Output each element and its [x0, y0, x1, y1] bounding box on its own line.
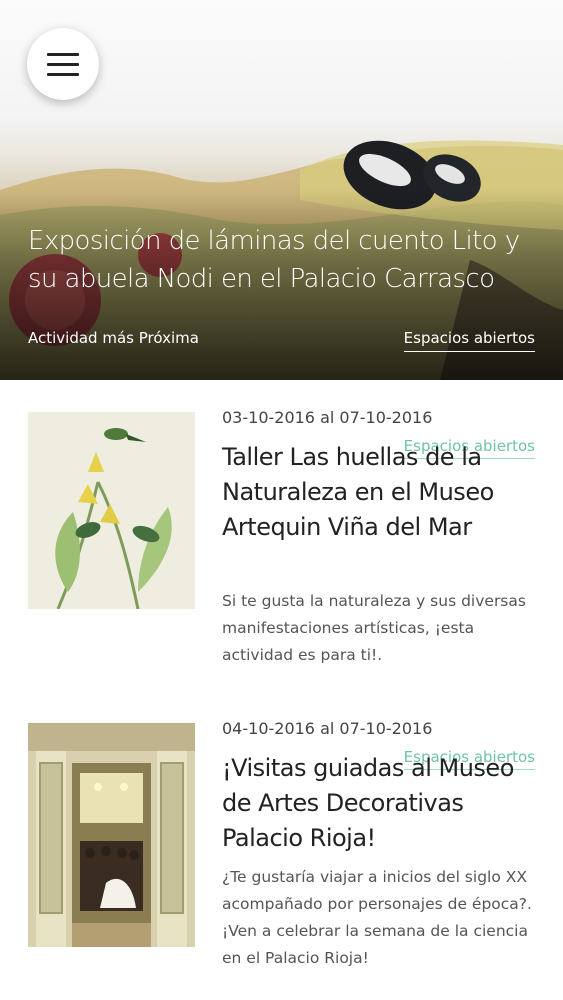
- event-card[interactable]: 04-10-2016 al 07-10-2016 Espacios abiert…: [0, 691, 563, 1000]
- event-date: 04-10-2016 al 07-10-2016: [222, 719, 433, 738]
- banner-category-tag[interactable]: Espacios abiertos: [403, 329, 535, 352]
- hamburger-menu-button[interactable]: [27, 28, 99, 100]
- hamburger-menu-icon-line: [47, 72, 79, 76]
- event-date: 03-10-2016 al 07-10-2016: [222, 408, 433, 427]
- event-thumbnail-hummingbirds[interactable]: [28, 412, 195, 609]
- banner-label: Actividad más Próxima: [28, 329, 199, 347]
- event-thumbnail-palace-interior[interactable]: [28, 723, 195, 947]
- palace-interior-photo: [28, 723, 195, 947]
- banner-title[interactable]: Exposición de láminas del cuento Lito y …: [28, 222, 543, 298]
- hummingbird-illustration: [28, 412, 195, 609]
- hamburger-menu-icon-line: [47, 62, 79, 66]
- event-description: Si te gusta la naturaleza y sus diversas…: [222, 592, 526, 664]
- event-title[interactable]: Taller Las huellas de la Naturaleza en e…: [222, 440, 540, 545]
- event-card[interactable]: 03-10-2016 al 07-10-2016 Espacios abiert…: [0, 380, 563, 700]
- hamburger-menu-icon: [47, 52, 79, 56]
- event-title[interactable]: ¡Visitas guiadas al Museo de Artes Decor…: [222, 751, 540, 856]
- event-description: ¿Te gustaría viajar a inicios del siglo …: [222, 868, 532, 967]
